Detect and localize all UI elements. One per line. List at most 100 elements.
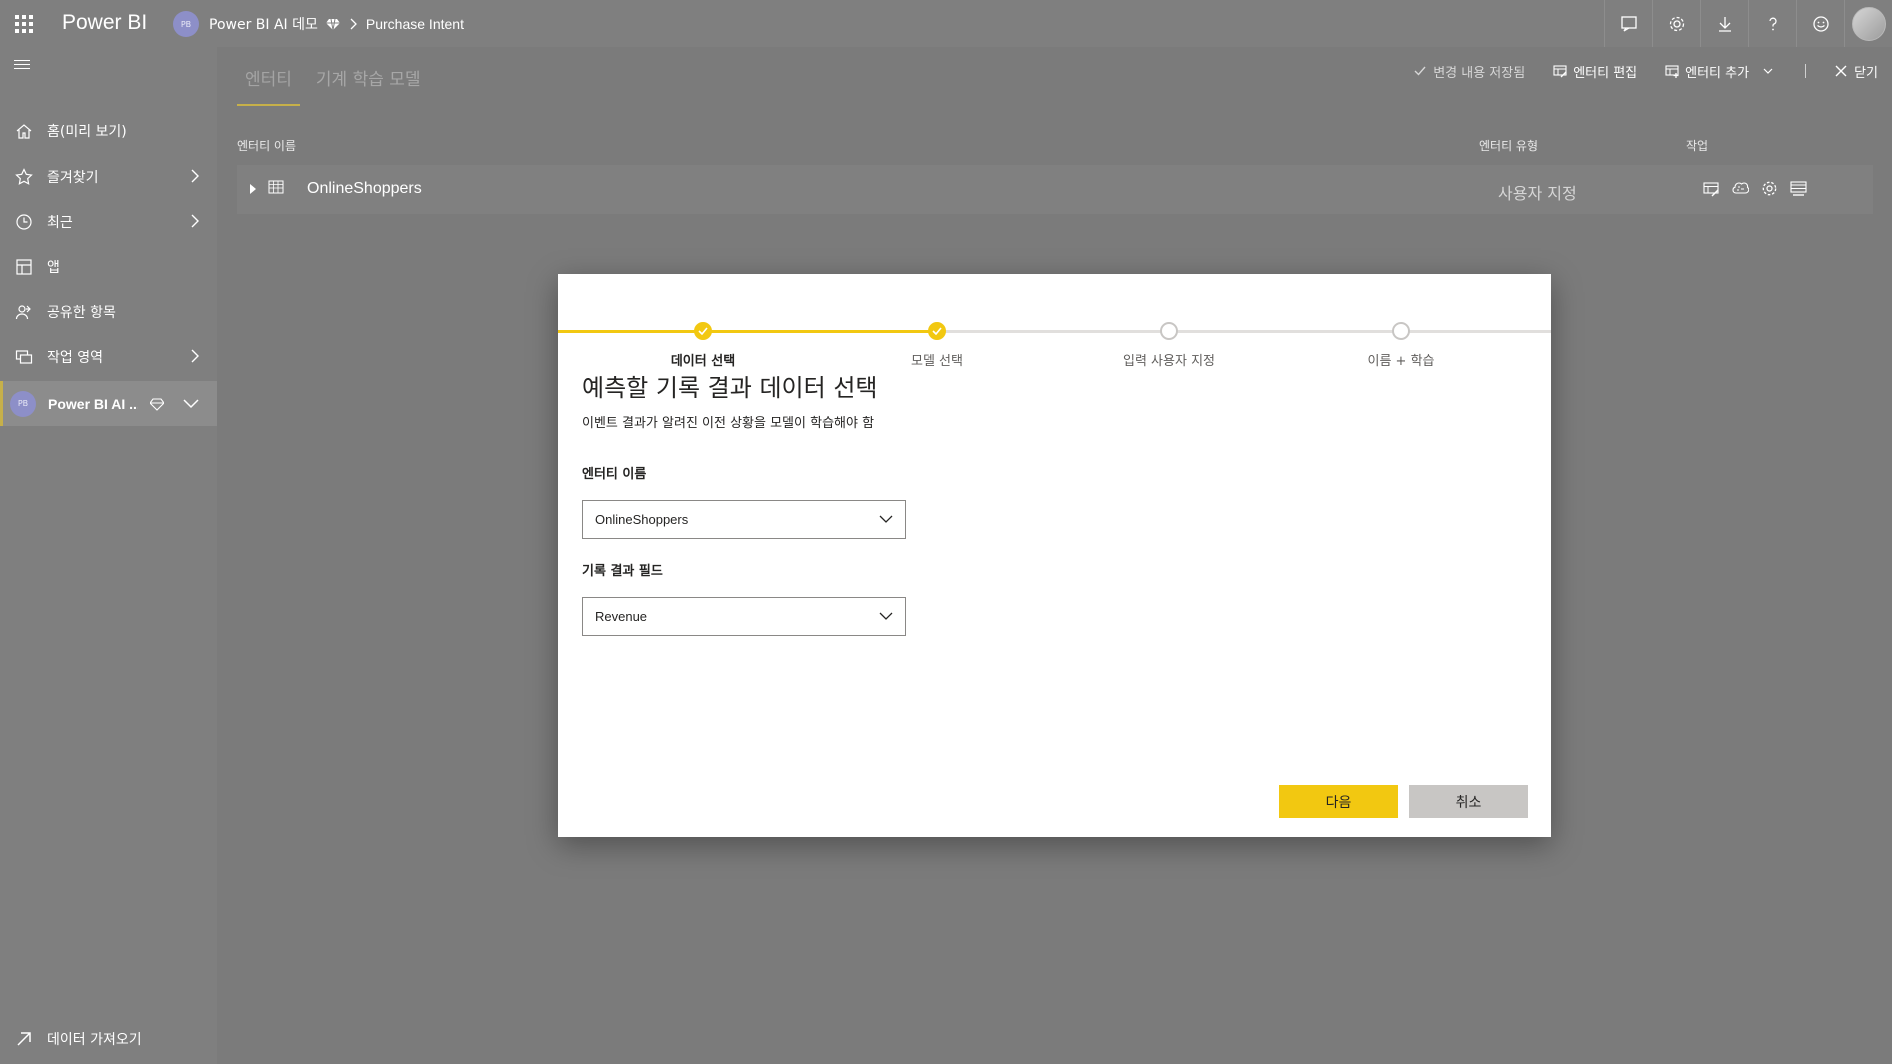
workspace-name: Power BI AI ... — [48, 395, 138, 412]
edit-entities-button[interactable]: 엔터티 편집 — [1553, 62, 1637, 81]
settings-button[interactable] — [1652, 0, 1700, 47]
settings-icon — [1669, 16, 1684, 31]
tabs: 엔터티 기계 학습 모델 — [237, 65, 437, 106]
table-row[interactable]: OnlineShoppers 사용자 지정 — [237, 165, 1873, 214]
chevron-right-icon — [191, 214, 199, 228]
sidebar-item-shared[interactable]: 공유한 항목 — [0, 289, 217, 334]
step-label-customize-inputs: 입력 사용자 지정 — [1123, 354, 1215, 369]
premium-diamond-icon — [325, 18, 340, 31]
ai-insights-button[interactable] — [1731, 179, 1749, 197]
command-bar: 변경 내용 저장됨 엔터티 편집 엔터티 추가 닫기 — [1385, 56, 1878, 86]
add-entities-label: 엔터티 추가 — [1685, 65, 1750, 81]
breadcrumb: PB Power BI AI 데모 Purchase Intent — [173, 11, 464, 37]
feedback-button[interactable] — [1796, 0, 1844, 47]
add-entities-button[interactable]: 엔터티 추가 — [1665, 62, 1779, 81]
chevron-down-icon[interactable] — [183, 399, 199, 409]
wizard-stepper: 데이터 선택 모델 선택 입력 사용자 지정 이름 + 학습 — [558, 298, 1551, 369]
notifications-button[interactable] — [1604, 0, 1652, 47]
app-launcher-button[interactable] — [0, 0, 47, 47]
gear-icon — [1762, 181, 1776, 195]
step-label-select-data[interactable]: 데이터 선택 — [623, 350, 783, 369]
get-data-label: 데이터 가져오기 — [47, 1032, 142, 1048]
sidebar-item-recent[interactable]: 최근 — [0, 199, 217, 244]
sidebar-item-label: 앱 — [47, 259, 60, 276]
close-label: 닫기 — [1854, 65, 1878, 81]
power-bi-app: Power BI PB Power BI AI 데모 Purchase Inte… — [0, 0, 1892, 1064]
step-2-check-icon — [928, 322, 946, 340]
tab-entities[interactable]: 엔터티 — [237, 65, 300, 106]
entity-type: 사용자 지정 — [1498, 184, 1577, 203]
brain-icon — [1731, 181, 1749, 194]
entity-field-label: 엔터티 이름 — [582, 467, 647, 482]
hamburger-menu-icon[interactable] — [14, 60, 30, 72]
chevron-down-icon — [879, 515, 893, 523]
edit-table-icon — [1702, 181, 1719, 196]
top-icons — [1604, 0, 1892, 47]
entity-table-header: 엔터티 이름 엔터티 유형 작업 — [237, 137, 1873, 157]
column-header-name: 엔터티 이름 — [237, 139, 297, 153]
workspace-avatar: PB — [173, 11, 199, 37]
workspace-avatar: PB — [10, 390, 36, 417]
download-button[interactable] — [1700, 0, 1748, 47]
breadcrumb-current-item[interactable]: Purchase Intent — [366, 16, 464, 32]
incremental-refresh-button[interactable] — [1789, 179, 1807, 197]
chevron-down-icon — [879, 612, 893, 620]
sidebar-item-favorites[interactable]: 즐겨찾기 — [0, 154, 217, 199]
progress-track-remaining — [938, 330, 1551, 333]
prediction-model-dialog: 데이터 선택 모델 선택 입력 사용자 지정 이름 + 학습 예측할 기록 결과… — [558, 274, 1551, 837]
sidebar-item-home[interactable]: 홈(미리 보기) — [0, 108, 217, 153]
apps-icon — [14, 257, 34, 277]
breadcrumb-workspace[interactable]: Power BI AI 데모 — [209, 14, 318, 34]
help-button[interactable] — [1748, 0, 1796, 47]
sidebar-item-apps[interactable]: 앱 — [0, 244, 217, 289]
close-icon — [1835, 65, 1847, 77]
progress-track-complete — [558, 330, 938, 333]
step-label-name-train: 이름 + 학습 — [1367, 354, 1435, 369]
outcome-field-label: 기록 결과 필드 — [582, 564, 663, 579]
checkmark-icon — [1414, 66, 1426, 76]
edit-entity-button[interactable] — [1702, 179, 1720, 197]
account-button[interactable] — [1844, 0, 1892, 47]
chevron-right-icon — [191, 169, 199, 183]
add-table-icon — [1665, 65, 1679, 78]
table-icon — [268, 180, 284, 194]
entity-name[interactable]: OnlineShoppers — [307, 180, 422, 198]
sidebar-item-current-workspace[interactable]: PB Power BI AI ... — [0, 381, 217, 426]
sidebar: 홈(미리 보기) 즐겨찾기 최근 앱 공유한 항목 작업 영역 PB Power… — [0, 47, 217, 1064]
get-data-button[interactable]: 데이터 가져오기 — [0, 1014, 217, 1064]
notifications-icon — [1620, 15, 1637, 32]
next-button[interactable]: 다음 — [1279, 785, 1398, 818]
entity-settings-button[interactable] — [1760, 179, 1778, 197]
home-icon — [14, 121, 34, 141]
outcome-field-select[interactable]: Revenue — [582, 597, 906, 636]
sidebar-item-label: 최근 — [47, 214, 73, 231]
chevron-down-icon[interactable] — [1763, 67, 1773, 75]
user-avatar — [1851, 6, 1886, 41]
step-1-check-icon — [694, 322, 712, 340]
help-icon — [1768, 17, 1777, 30]
premium-diamond-icon — [150, 398, 164, 411]
expand-row-icon[interactable] — [249, 184, 257, 194]
column-header-type: 엔터티 유형 — [1479, 139, 1539, 153]
sidebar-item-label: 즐겨찾기 — [47, 169, 99, 186]
cancel-button[interactable]: 취소 — [1409, 785, 1528, 818]
entity-select[interactable]: OnlineShoppers — [582, 500, 906, 539]
edit-entities-label: 엔터티 편집 — [1573, 65, 1638, 81]
sidebar-item-workspaces[interactable]: 작업 영역 — [0, 334, 217, 379]
clock-icon — [14, 212, 34, 232]
brand-title[interactable]: Power BI — [62, 11, 147, 35]
shared-icon — [14, 302, 34, 322]
tab-ml-models[interactable]: 기계 학습 모델 — [308, 65, 429, 106]
step-4-dot — [1392, 322, 1410, 340]
save-status-label: 변경 내용 저장됨 — [1433, 65, 1526, 81]
feedback-icon — [1812, 15, 1829, 32]
entity-select-value: OnlineShoppers — [595, 512, 689, 527]
chevron-right-icon — [350, 18, 357, 30]
close-button[interactable]: 닫기 — [1834, 62, 1878, 81]
step-label-select-model[interactable]: 모델 선택 — [857, 350, 1017, 369]
arrow-up-right-icon — [17, 1032, 31, 1046]
row-actions — [1702, 179, 1818, 197]
waffle-icon — [14, 14, 33, 33]
active-indicator — [0, 381, 3, 426]
step-3-dot — [1160, 322, 1178, 340]
